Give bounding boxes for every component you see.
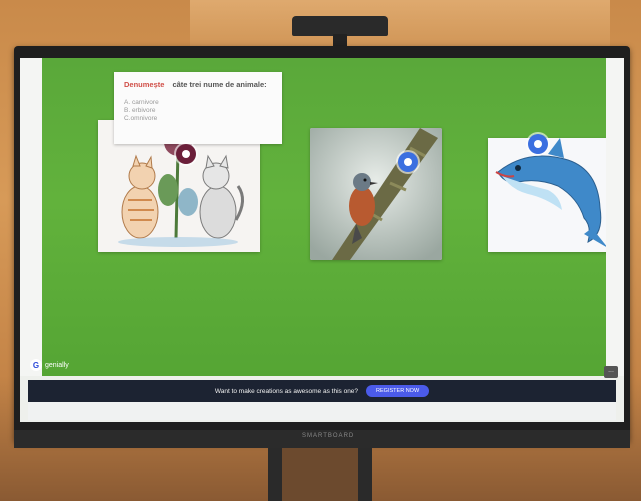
stand-gap [282, 448, 358, 501]
window-light [190, 0, 610, 46]
bird-photo [310, 128, 442, 260]
register-banner: Want to make creations as awesome as thi… [28, 380, 616, 402]
screen-bottom-area [28, 402, 616, 420]
screen-left-margin [20, 58, 42, 376]
list-item: A. carnivore [124, 99, 159, 106]
screen-right-margin [606, 58, 624, 376]
hotspot-bird[interactable] [398, 152, 418, 172]
instructions-title-rest: câte trei nume de animale: [172, 80, 267, 89]
genially-brand-text: genially [45, 361, 69, 369]
genially-logo-icon: G [30, 359, 42, 371]
instructions-list: A. carnivore B. erbivore C.omnivore [124, 99, 272, 123]
instructions-card: Denumește câte trei nume de animale: A. c… [114, 72, 282, 144]
webcam [292, 16, 388, 36]
instructions-title-accent: Denumește [124, 80, 165, 89]
hotspot-dolphin[interactable] [528, 134, 548, 154]
image-dolphin[interactable] [488, 138, 614, 252]
dolphin-illustration [488, 138, 614, 252]
register-now-button[interactable]: REGISTER NOW [366, 385, 430, 397]
slide-background: Denumește câte trei nume de animale: A. c… [42, 58, 614, 376]
image-bird-branch[interactable] [310, 128, 442, 260]
monitor-brand-label: SMARTBOARD [302, 433, 355, 439]
genially-badge[interactable]: G genially [30, 358, 69, 372]
more-options-button[interactable]: ... [604, 366, 618, 378]
list-item: B. erbivore [124, 107, 156, 114]
hotspot-cats[interactable] [176, 144, 196, 164]
list-item: C.omnivore [124, 115, 158, 122]
presentation-screen: Denumește câte trei nume de animale: A. c… [20, 58, 624, 422]
instructions-title: Denumește câte trei nume de animale: [124, 80, 272, 89]
register-banner-text: Want to make creations as awesome as thi… [214, 387, 359, 395]
